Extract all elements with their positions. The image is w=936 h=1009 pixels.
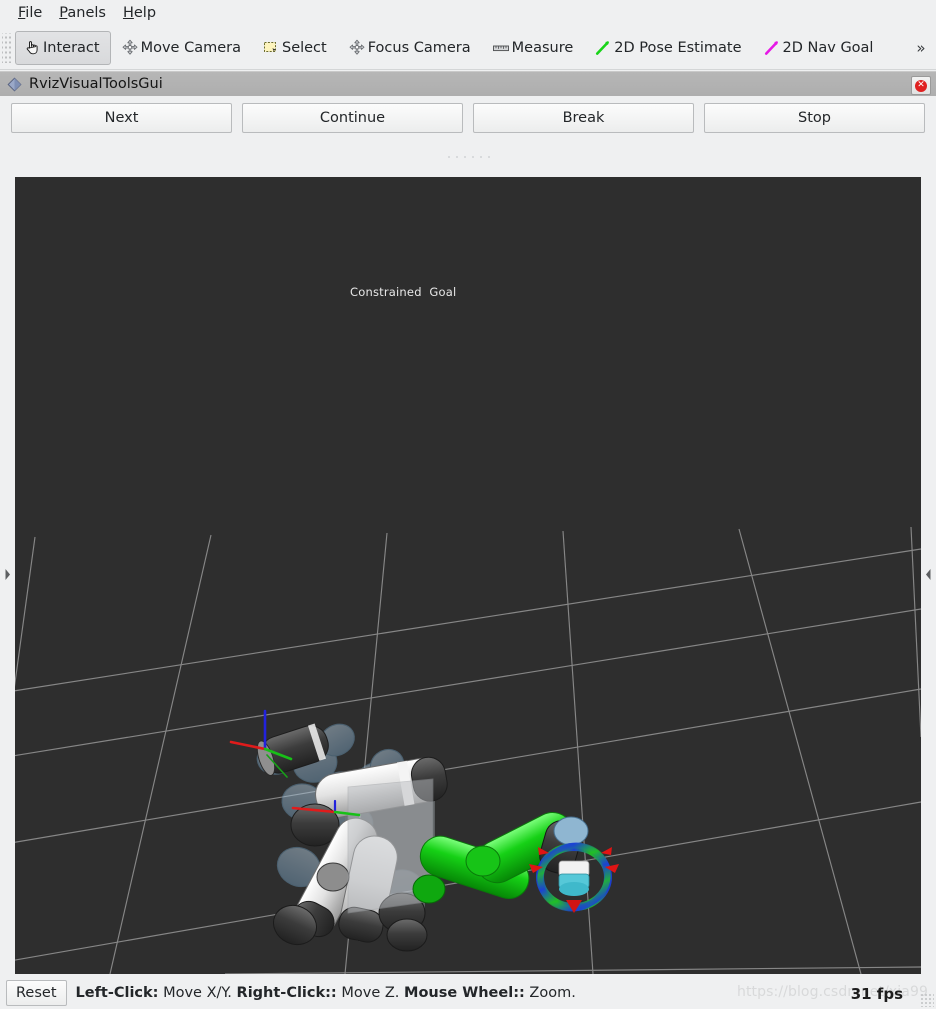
window-size-grip[interactable]: [920, 993, 934, 1007]
visual-tools-button-row: Next Continue Break Stop: [0, 96, 936, 140]
rviz-window: File Panels Help Interact Move Camera Se…: [0, 0, 936, 1009]
hint-left-click-bold: Left-Click:: [75, 985, 159, 1001]
focus-camera-icon: [347, 38, 367, 58]
tool-measure-label: Measure: [511, 39, 574, 56]
diamond-icon: [6, 76, 22, 92]
right-dock-handle[interactable]: [921, 174, 936, 977]
tool-2d-nav-goal[interactable]: 2D Nav Goal: [755, 31, 885, 65]
status-hint-text: Left-Click: Move X/Y. Right-Click:: Move…: [76, 985, 576, 1001]
toolbar-drag-handle[interactable]: [2, 32, 12, 63]
move-camera-icon: [120, 38, 140, 58]
stop-button[interactable]: Stop: [704, 103, 925, 133]
break-button[interactable]: Break: [473, 103, 694, 133]
chevron-left-icon: [925, 566, 932, 585]
tool-move-camera-label: Move Camera: [140, 39, 241, 56]
hint-right-click-text: Move Z.: [336, 985, 405, 1001]
tool-focus-camera-label: Focus Camera: [367, 39, 471, 56]
left-dock-handle[interactable]: [0, 174, 15, 977]
magenta-arrow-icon: [762, 38, 782, 58]
tool-2d-pose-estimate[interactable]: 2D Pose Estimate: [586, 31, 752, 65]
hand-cursor-icon: [22, 38, 42, 58]
hint-mouse-wheel-bold: Mouse Wheel::: [404, 985, 525, 1001]
hint-right-click-bold: Right-Click::: [236, 985, 337, 1001]
fps-counter: 31 fps: [850, 985, 903, 1003]
panel-splitter[interactable]: [0, 140, 936, 174]
tool-interact-label: Interact: [43, 39, 100, 56]
tool-select[interactable]: Select: [254, 31, 338, 65]
menu-item-file[interactable]: File: [10, 3, 51, 23]
menu-item-help[interactable]: Help: [115, 3, 165, 23]
tool-move-camera[interactable]: Move Camera: [113, 31, 252, 65]
tool-focus-camera[interactable]: Focus Camera: [340, 31, 482, 65]
select-box-icon: [261, 38, 281, 58]
close-glyph: ✕: [915, 79, 927, 92]
next-button[interactable]: Next: [11, 103, 232, 133]
tool-measure[interactable]: Measure: [484, 31, 585, 65]
green-arrow-icon: [593, 38, 613, 58]
menu-help-mnemonic: H: [122, 5, 134, 21]
close-icon[interactable]: ✕: [911, 76, 931, 95]
toolbar-overflow-button[interactable]: »: [910, 33, 932, 63]
tool-interact[interactable]: Interact: [15, 30, 111, 65]
ruler-icon: [491, 38, 511, 58]
hint-mouse-wheel-text: Zoom.: [524, 985, 576, 1001]
status-bar: Reset Left-Click: Move X/Y. Right-Click:…: [0, 977, 936, 1009]
constrained-goal-label: Constrained Goal: [350, 285, 457, 299]
tool-2d-pose-estimate-label: 2D Pose Estimate: [614, 39, 742, 56]
continue-button[interactable]: Continue: [242, 103, 463, 133]
panel-title-label: RvizVisualToolsGui: [29, 76, 163, 92]
hint-left-click-text: Move X/Y.: [158, 985, 237, 1001]
tool-select-label: Select: [281, 39, 327, 56]
chevron-right-icon: [4, 566, 11, 585]
panel-title-bar: RvizVisualToolsGui ✕: [0, 71, 936, 96]
viewport-container: Constrained Goal: [0, 174, 936, 977]
3d-render-view[interactable]: Constrained Goal: [15, 177, 921, 974]
reset-button[interactable]: Reset: [6, 980, 67, 1006]
menu-file-rest: ile: [25, 5, 43, 21]
menu-panels-rest: anels: [67, 5, 106, 21]
splitter-grip-dots: [445, 155, 491, 159]
menu-help-rest: elp: [133, 5, 157, 21]
main-toolbar: Interact Move Camera Select Focus Camera…: [0, 26, 936, 70]
3d-scene: [15, 177, 921, 974]
menu-item-panels[interactable]: Panels: [51, 3, 115, 23]
tool-2d-nav-goal-label: 2D Nav Goal: [782, 39, 874, 56]
menu-bar: File Panels Help: [0, 0, 936, 26]
